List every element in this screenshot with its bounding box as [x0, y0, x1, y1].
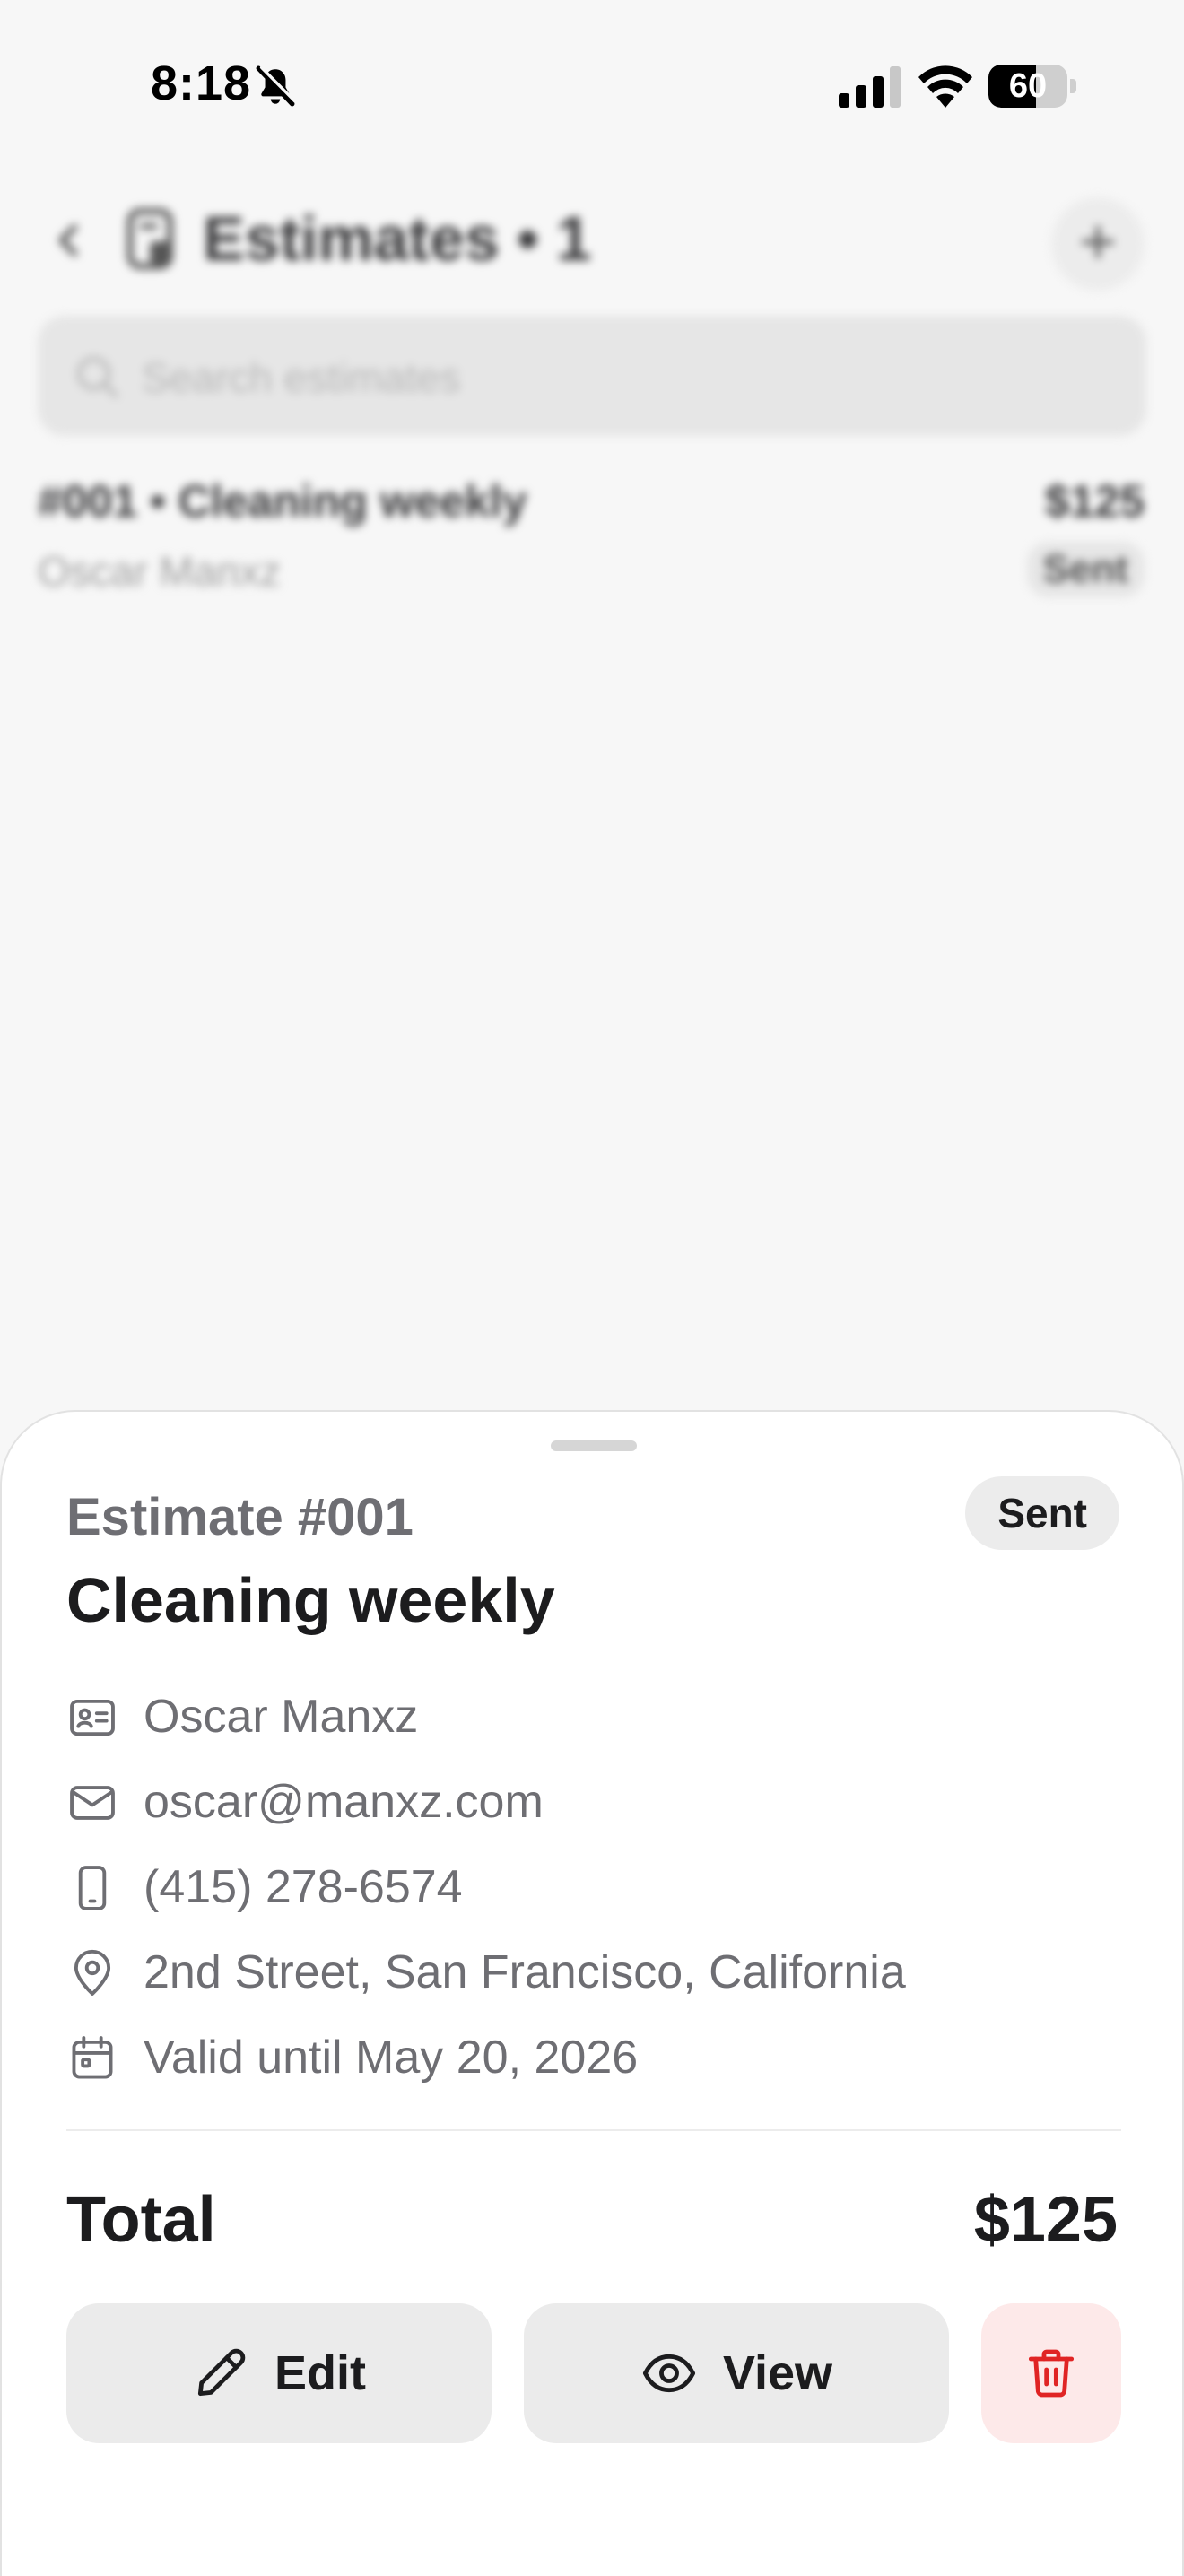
- client-name: Oscar Manxz: [144, 1691, 419, 1743]
- eye-icon: [642, 2354, 696, 2393]
- sheet-grabber[interactable]: [551, 1440, 637, 1451]
- search-input[interactable]: Search estimates: [142, 353, 460, 402]
- status-badge: Sent: [965, 1476, 1119, 1550]
- list-item-amount: $125: [1044, 476, 1145, 527]
- total-label: Total: [66, 2184, 216, 2256]
- battery-percent: 60: [1008, 67, 1048, 105]
- status-time: 8:18: [151, 57, 252, 110]
- search-icon: [76, 356, 118, 398]
- edit-button-label: Edit: [274, 2346, 366, 2400]
- pencil-icon: [197, 2348, 246, 2397]
- location-pin-icon: [74, 1949, 111, 1996]
- detail-valid-until: Valid until May 20, 2026: [66, 2025, 1125, 2088]
- document-icon: [126, 208, 173, 270]
- detail-address[interactable]: 2nd Street, San Francisco, California: [66, 1940, 1125, 2003]
- trash-icon: [1028, 2349, 1075, 2398]
- wifi-icon: [918, 65, 972, 108]
- chevron-left-icon: [58, 224, 78, 257]
- detail-client: Oscar Manxz: [66, 1684, 1125, 1747]
- estimate-number: Estimate #001: [66, 1488, 414, 1546]
- page-title: Estimates • 1: [203, 204, 592, 274]
- signal-icon: [839, 66, 901, 108]
- estimates-list-page: Estimates • 1 + Search estimates #001 • …: [0, 170, 1184, 1426]
- mail-icon: [70, 1786, 115, 1820]
- calendar-icon: [72, 2036, 113, 2079]
- view-button-label: View: [722, 2346, 833, 2400]
- delete-button[interactable]: [981, 2303, 1121, 2443]
- detail-phone[interactable]: (415) 278-6574: [66, 1855, 1125, 1918]
- valid-until-date: Valid until May 20, 2026: [144, 2032, 639, 2084]
- bell-slash-icon: [256, 65, 297, 107]
- client-phone: (415) 278-6574: [144, 1861, 463, 1913]
- list-item-title: #001 • Cleaning weekly: [38, 476, 527, 527]
- client-email: oscar@manxz.com: [144, 1776, 544, 1828]
- client-address: 2nd Street, San Francisco, California: [144, 1946, 906, 1998]
- divider: [66, 2129, 1121, 2131]
- search-bar[interactable]: Search estimates: [38, 316, 1146, 436]
- edit-button[interactable]: Edit: [66, 2303, 492, 2443]
- list-item-status: Sent: [1026, 542, 1145, 597]
- contact-card-icon: [70, 1699, 115, 1736]
- battery-icon: 60: [988, 65, 1076, 108]
- phone-icon: [78, 1866, 107, 1910]
- detail-email[interactable]: oscar@manxz.com: [66, 1770, 1125, 1832]
- status-bar: 8:18 60: [0, 0, 1184, 170]
- view-button[interactable]: View: [524, 2303, 949, 2443]
- list-item-client: Oscar Manxz: [38, 548, 281, 595]
- estimate-title: Cleaning weekly: [66, 1565, 555, 1635]
- battery-body: 60: [988, 65, 1067, 108]
- back-button[interactable]: [47, 213, 91, 267]
- estimate-detail-sheet: Estimate #001 Sent Cleaning weekly Oscar…: [0, 1410, 1184, 2576]
- battery-tip: [1070, 79, 1076, 93]
- total-value: $125: [973, 2184, 1118, 2256]
- add-estimate-button[interactable]: +: [1051, 197, 1145, 291]
- plus-icon: +: [1078, 206, 1118, 278]
